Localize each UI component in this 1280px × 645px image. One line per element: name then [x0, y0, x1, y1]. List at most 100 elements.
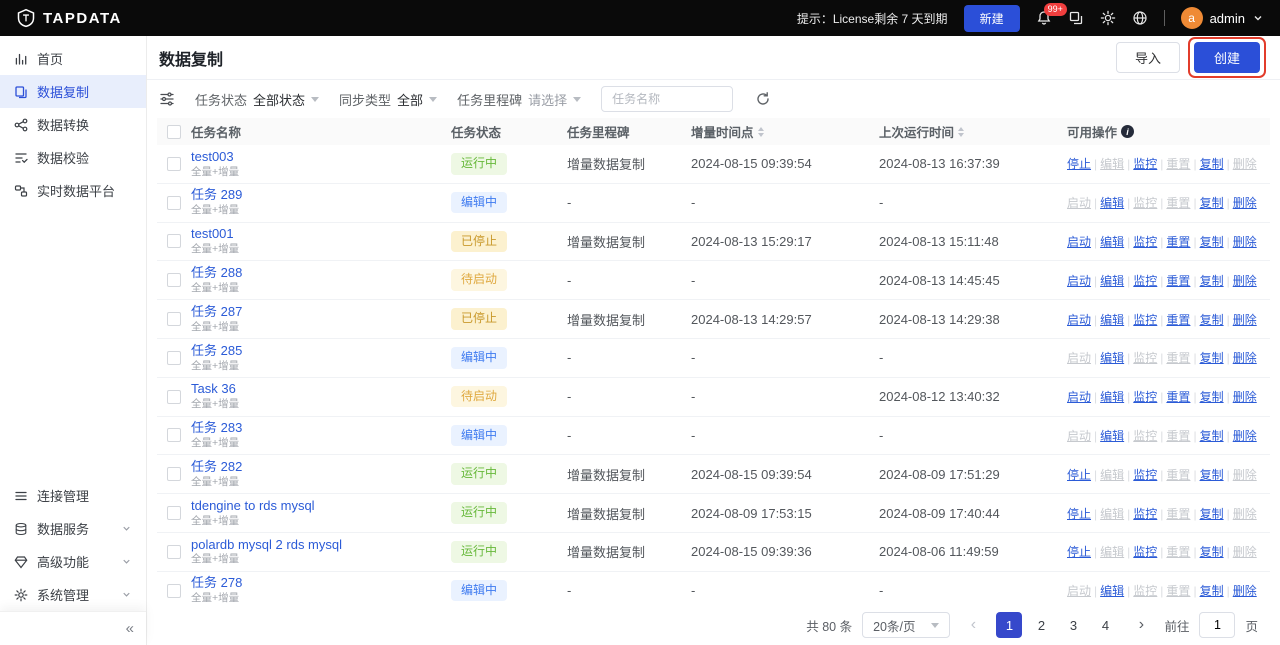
goto-page-input[interactable]: [1199, 612, 1236, 638]
monitor-action-link[interactable]: 监控: [1133, 274, 1157, 288]
start-action-link[interactable]: 启动: [1067, 235, 1091, 249]
edit-action-link[interactable]: 编辑: [1100, 196, 1124, 210]
sidebar-item-realtime-platform[interactable]: 实时数据平台: [0, 174, 146, 207]
sidebar-item-connections[interactable]: 连接管理: [0, 479, 146, 512]
page-1-button[interactable]: 1: [996, 612, 1023, 638]
task-name-link[interactable]: test001: [191, 226, 451, 243]
monitor-action-link[interactable]: 监控: [1133, 468, 1157, 482]
copy-action-link[interactable]: 复制: [1200, 429, 1224, 443]
task-name-link[interactable]: 任务 278: [191, 575, 451, 592]
notification-bell-icon[interactable]: 99+: [1036, 3, 1067, 26]
delete-action-link[interactable]: 删除: [1233, 351, 1257, 365]
monitor-action-link[interactable]: 监控: [1133, 313, 1157, 327]
edit-action-link[interactable]: 编辑: [1100, 390, 1124, 404]
sidebar-collapse-button[interactable]: «: [0, 611, 146, 645]
copy-action-link[interactable]: 复制: [1200, 351, 1224, 365]
task-name-link[interactable]: polardb mysql 2 rds mysql: [191, 537, 451, 554]
refresh-button[interactable]: [753, 89, 773, 109]
copy-action-link[interactable]: 复制: [1200, 313, 1224, 327]
row-checkbox[interactable]: [167, 583, 181, 598]
stop-action-link[interactable]: 停止: [1067, 468, 1091, 482]
delete-action-link[interactable]: 删除: [1233, 390, 1257, 404]
reset-action-link[interactable]: 重置: [1166, 390, 1190, 404]
row-checkbox[interactable]: [167, 156, 181, 171]
copy-action-link[interactable]: 复制: [1200, 390, 1224, 404]
reset-action-link[interactable]: 重置: [1166, 235, 1190, 249]
row-checkbox[interactable]: [167, 544, 181, 559]
task-name-link[interactable]: 任务 283: [191, 420, 451, 437]
task-name-link[interactable]: test003: [191, 149, 451, 166]
start-action-link[interactable]: 启动: [1067, 390, 1091, 404]
delete-action-link[interactable]: 删除: [1233, 274, 1257, 288]
row-checkbox[interactable]: [167, 389, 181, 404]
sidebar-item-data-transform[interactable]: 数据转换: [0, 108, 146, 141]
row-checkbox[interactable]: [167, 195, 181, 210]
reset-action-link[interactable]: 重置: [1166, 274, 1190, 288]
copy-action-link[interactable]: 复制: [1200, 545, 1224, 559]
row-checkbox[interactable]: [167, 506, 181, 521]
copy-action-link[interactable]: 复制: [1200, 584, 1224, 598]
copy-action-link[interactable]: 复制: [1200, 235, 1224, 249]
page-4-button[interactable]: 4: [1092, 612, 1118, 638]
row-checkbox[interactable]: [167, 234, 181, 249]
sort-icon[interactable]: [757, 126, 764, 137]
create-button[interactable]: 创建: [1193, 42, 1260, 73]
copy-action-link[interactable]: 复制: [1200, 274, 1224, 288]
sidebar-item-data-services[interactable]: 数据服务: [0, 512, 146, 545]
edit-action-link[interactable]: 编辑: [1100, 429, 1124, 443]
prev-page-button[interactable]: ‹: [960, 612, 986, 638]
reset-action-link[interactable]: 重置: [1166, 313, 1190, 327]
new-button[interactable]: 新建: [963, 4, 1020, 32]
delete-action-link[interactable]: 删除: [1233, 429, 1257, 443]
task-name-link[interactable]: 任务 288: [191, 265, 451, 282]
import-button[interactable]: 导入: [1115, 42, 1180, 73]
task-status-filter[interactable]: 任务状态 全部状态: [195, 90, 320, 109]
monitor-action-link[interactable]: 监控: [1133, 390, 1157, 404]
copy-action-link[interactable]: 复制: [1200, 468, 1224, 482]
task-name-link[interactable]: Task 36: [191, 381, 451, 398]
task-name-link[interactable]: 任务 285: [191, 343, 451, 360]
next-page-button[interactable]: ›: [1128, 612, 1154, 638]
monitor-action-link[interactable]: 监控: [1133, 507, 1157, 521]
row-checkbox[interactable]: [167, 350, 181, 365]
start-action-link[interactable]: 启动: [1067, 313, 1091, 327]
task-name-link[interactable]: 任务 289: [191, 187, 451, 204]
task-name-search-input[interactable]: [601, 86, 734, 112]
sidebar-item-data-replication[interactable]: 数据复制: [0, 75, 146, 108]
sidebar-item-advanced[interactable]: 高级功能: [0, 545, 146, 578]
copy-action-link[interactable]: 复制: [1200, 507, 1224, 521]
monitor-action-link[interactable]: 监控: [1133, 545, 1157, 559]
stop-action-link[interactable]: 停止: [1067, 545, 1091, 559]
edit-action-link[interactable]: 编辑: [1100, 351, 1124, 365]
delete-action-link[interactable]: 删除: [1233, 584, 1257, 598]
monitor-action-link[interactable]: 监控: [1133, 235, 1157, 249]
user-menu[interactable]: a admin: [1180, 7, 1264, 29]
stop-action-link[interactable]: 停止: [1067, 507, 1091, 521]
task-name-link[interactable]: 任务 287: [191, 304, 451, 321]
filter-icon[interactable]: [159, 91, 175, 107]
page-3-button[interactable]: 3: [1060, 612, 1086, 638]
settings-gear-icon[interactable]: [1100, 10, 1116, 26]
monitor-action-link[interactable]: 监控: [1133, 157, 1157, 171]
sidebar-item-home[interactable]: 首页: [0, 42, 146, 75]
edit-action-link[interactable]: 编辑: [1100, 235, 1124, 249]
sidebar-item-data-validation[interactable]: 数据校验: [0, 141, 146, 174]
task-name-link[interactable]: tdengine to rds mysql: [191, 498, 451, 515]
copy-action-link[interactable]: 复制: [1200, 196, 1224, 210]
delete-action-link[interactable]: 删除: [1233, 313, 1257, 327]
edit-action-link[interactable]: 编辑: [1100, 274, 1124, 288]
delete-action-link[interactable]: 删除: [1233, 196, 1257, 210]
task-name-link[interactable]: 任务 282: [191, 459, 451, 476]
row-checkbox[interactable]: [167, 312, 181, 327]
page-size-select[interactable]: 20条/页: [862, 612, 951, 638]
row-checkbox[interactable]: [167, 273, 181, 288]
language-globe-icon[interactable]: [1132, 10, 1148, 26]
sort-icon[interactable]: [958, 126, 965, 137]
edit-action-link[interactable]: 编辑: [1100, 584, 1124, 598]
milestone-filter[interactable]: 任务里程碑 请选择: [457, 90, 582, 109]
select-all-checkbox[interactable]: [167, 124, 181, 139]
info-icon[interactable]: [1121, 125, 1135, 138]
page-2-button[interactable]: 2: [1028, 612, 1054, 638]
start-action-link[interactable]: 启动: [1067, 274, 1091, 288]
copy-action-link[interactable]: 复制: [1200, 157, 1224, 171]
